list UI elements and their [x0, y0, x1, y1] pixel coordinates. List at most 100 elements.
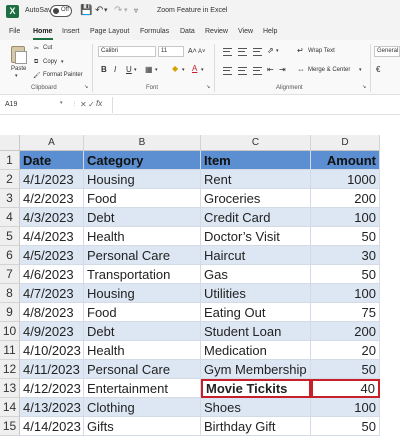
- paste-icon[interactable]: [11, 46, 27, 64]
- tab-data[interactable]: Data: [180, 28, 195, 35]
- date-cell[interactable]: 4/13/2023: [20, 398, 84, 417]
- row-header[interactable]: 9: [0, 303, 20, 322]
- align-right-icon[interactable]: [253, 67, 262, 75]
- date-cell[interactable]: 4/11/2023: [20, 360, 84, 379]
- amount-cell[interactable]: 50: [311, 265, 380, 284]
- category-cell[interactable]: Gifts: [84, 417, 201, 436]
- header-cell-item[interactable]: Item: [201, 151, 311, 170]
- item-cell[interactable]: Utilities: [201, 284, 311, 303]
- item-cell[interactable]: Rent: [201, 170, 311, 189]
- cut-button[interactable]: Cut: [43, 45, 52, 51]
- column-header-a[interactable]: A: [20, 135, 84, 151]
- chevron-down-icon[interactable]: ▾: [155, 65, 158, 75]
- category-cell[interactable]: Health: [84, 227, 201, 246]
- highlighted-item-cell[interactable]: Movie Tickits: [201, 379, 311, 398]
- row-header[interactable]: 15: [0, 417, 20, 436]
- amount-cell[interactable]: 75: [311, 303, 380, 322]
- chevron-down-icon[interactable]: ▾: [182, 65, 185, 75]
- item-cell[interactable]: Student Loan: [201, 322, 311, 341]
- row-header[interactable]: 4: [0, 208, 20, 227]
- header-cell-amount[interactable]: Amount: [311, 151, 380, 170]
- increase-indent-icon[interactable]: ⇥: [279, 65, 286, 75]
- chevron-down-icon[interactable]: ▾: [60, 100, 63, 106]
- font-color-icon[interactable]: A: [192, 64, 197, 74]
- amount-cell[interactable]: 100: [311, 284, 380, 303]
- font-size-select[interactable]: 11: [158, 46, 184, 57]
- decrease-indent-icon[interactable]: ⇤: [267, 65, 274, 75]
- date-cell[interactable]: 4/2/2023: [20, 189, 84, 208]
- wrap-text-button[interactable]: Wrap Text: [308, 48, 335, 54]
- row-header[interactable]: 11: [0, 341, 20, 360]
- category-cell[interactable]: Debt: [84, 208, 201, 227]
- amount-cell[interactable]: 200: [311, 189, 380, 208]
- align-bottom-icon[interactable]: [253, 48, 262, 56]
- tab-file[interactable]: File: [9, 28, 20, 35]
- date-cell[interactable]: 4/1/2023: [20, 170, 84, 189]
- row-header[interactable]: 3: [0, 189, 20, 208]
- confirm-icon[interactable]: ✓: [88, 100, 95, 109]
- row-header[interactable]: 7: [0, 265, 20, 284]
- column-header-b[interactable]: B: [84, 135, 201, 151]
- category-cell[interactable]: Transportation: [84, 265, 201, 284]
- number-format-select[interactable]: General: [374, 46, 400, 57]
- date-cell[interactable]: 4/12/2023: [20, 379, 84, 398]
- amount-cell[interactable]: 30: [311, 246, 380, 265]
- select-all-corner[interactable]: [0, 135, 20, 151]
- align-top-icon[interactable]: [223, 48, 232, 56]
- row-header[interactable]: 5: [0, 227, 20, 246]
- tab-insert[interactable]: Insert: [62, 28, 80, 35]
- item-cell[interactable]: Medication: [201, 341, 311, 360]
- align-center-icon[interactable]: [238, 67, 247, 75]
- merge-center-button[interactable]: Merge & Center: [308, 67, 350, 73]
- amount-cell[interactable]: 50: [311, 360, 380, 379]
- item-cell[interactable]: Eating Out: [201, 303, 311, 322]
- customize-icon[interactable]: ▿: [134, 5, 138, 17]
- tab-formulas[interactable]: Formulas: [140, 28, 169, 35]
- date-cell[interactable]: 4/3/2023: [20, 208, 84, 227]
- align-middle-icon[interactable]: [238, 48, 247, 56]
- category-cell[interactable]: Personal Care: [84, 360, 201, 379]
- item-cell[interactable]: Birthday Gift: [201, 417, 311, 436]
- row-header[interactable]: 1: [0, 151, 20, 170]
- amount-cell[interactable]: 100: [311, 208, 380, 227]
- resize-handle-icon[interactable]: ⋮: [72, 101, 77, 107]
- borders-icon[interactable]: ▦: [145, 65, 153, 75]
- category-cell[interactable]: Clothing: [84, 398, 201, 417]
- row-header[interactable]: 10: [0, 322, 20, 341]
- item-cell[interactable]: Credit Card: [201, 208, 311, 227]
- underline-button[interactable]: U: [126, 65, 132, 75]
- chevron-down-icon[interactable]: ▾: [15, 73, 18, 79]
- tab-review[interactable]: Review: [205, 28, 228, 35]
- chevron-down-icon[interactable]: ▾: [359, 67, 362, 73]
- category-cell[interactable]: Housing: [84, 170, 201, 189]
- category-cell[interactable]: Entertainment: [84, 379, 201, 398]
- date-cell[interactable]: 4/10/2023: [20, 341, 84, 360]
- category-cell[interactable]: Food: [84, 189, 201, 208]
- name-box[interactable]: A19: [3, 99, 75, 111]
- paste-button[interactable]: Paste: [11, 66, 26, 72]
- item-cell[interactable]: Gas: [201, 265, 311, 284]
- italic-button[interactable]: I: [114, 65, 116, 75]
- date-cell[interactable]: 4/7/2023: [20, 284, 84, 303]
- date-cell[interactable]: 4/4/2023: [20, 227, 84, 246]
- save-icon[interactable]: 💾: [80, 5, 92, 17]
- formula-input[interactable]: [112, 97, 398, 113]
- column-header-c[interactable]: C: [201, 135, 311, 151]
- tab-page-layout[interactable]: Page Layout: [90, 28, 129, 35]
- amount-cell[interactable]: 200: [311, 322, 380, 341]
- amount-cell[interactable]: 50: [311, 227, 380, 246]
- currency-icon[interactable]: €: [376, 65, 380, 75]
- chevron-down-icon[interactable]: ▾: [276, 46, 279, 56]
- category-cell[interactable]: Food: [84, 303, 201, 322]
- insert-function-icon[interactable]: fx: [96, 99, 102, 108]
- row-header[interactable]: 2: [0, 170, 20, 189]
- alignment-dialog-launcher-icon[interactable]: ↘: [362, 84, 366, 90]
- clipboard-dialog-launcher-icon[interactable]: ↘: [84, 84, 88, 90]
- item-cell[interactable]: Groceries: [201, 189, 311, 208]
- cancel-icon[interactable]: ✕: [80, 100, 87, 109]
- category-cell[interactable]: Debt: [84, 322, 201, 341]
- item-cell[interactable]: Gym Membership: [201, 360, 311, 379]
- category-cell[interactable]: Housing: [84, 284, 201, 303]
- highlighted-amount-cell[interactable]: 40: [311, 379, 380, 398]
- tab-home[interactable]: Home: [33, 28, 52, 35]
